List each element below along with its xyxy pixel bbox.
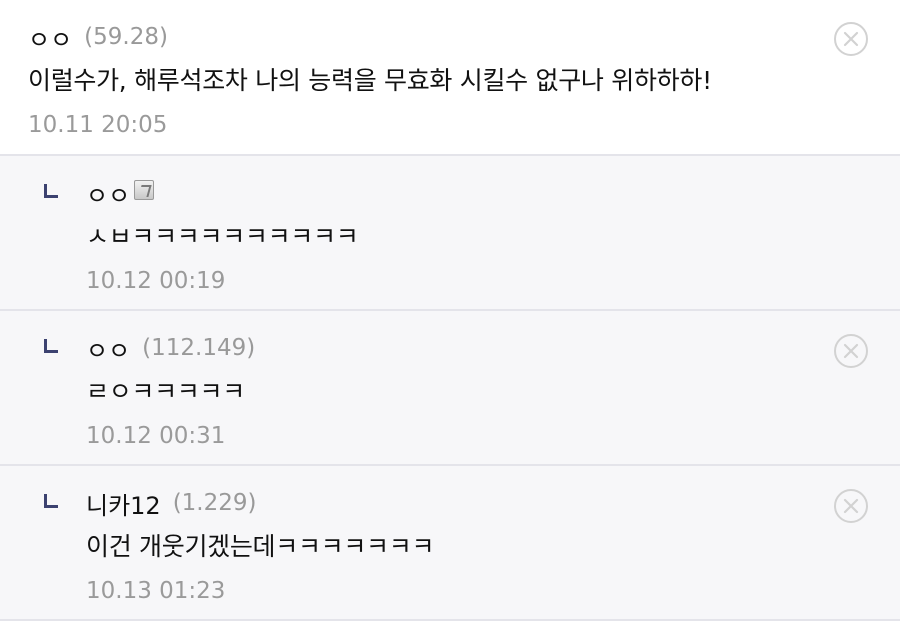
reply-header: ㅇㅇ (112.149)	[86, 329, 900, 367]
comment-ip: (59.28)	[84, 24, 168, 50]
comment-thread: ㅇㅇ (59.28) 이럴수가, 해루석조차 나의 능력을 무효화 시킬수 없구…	[0, 0, 900, 629]
reply-nickname[interactable]: 니카12	[86, 486, 161, 521]
reply-date: 10.12 00:31	[86, 423, 226, 449]
reply-arrow-icon	[44, 184, 58, 198]
comment-date: 10.11 20:05	[28, 112, 168, 138]
reply-item: ㅇㅇ ㅅㅂㅋㅋㅋㅋㅋㅋㅋㅋㅋㅋ 10.12 00:19	[0, 156, 900, 311]
reply-arrow-icon	[44, 494, 58, 508]
reply-text: ㄹㅇㅋㅋㅋㅋㅋ	[86, 377, 245, 406]
comment-text: 이럴수가, 해루석조차 나의 능력을 무효화 시킬수 없구나 위하하하!	[28, 66, 712, 95]
delete-reply-button[interactable]	[834, 334, 868, 368]
delete-icon	[843, 31, 859, 47]
comment-item: ㅇㅇ (59.28) 이럴수가, 해루석조차 나의 능력을 무효화 시킬수 없구…	[0, 0, 900, 156]
reply-header: 니카12 (1.229)	[86, 484, 900, 522]
reply-text: 이건 개웃기겠는데ㅋㅋㅋㅋㅋㅋㅋ	[86, 532, 435, 561]
reply-item: 니카12 (1.229) 이건 개웃기겠는데ㅋㅋㅋㅋㅋㅋㅋ 10.13 01:2…	[0, 466, 900, 621]
delete-comment-button[interactable]	[834, 22, 868, 56]
reply-nickname[interactable]: ㅇㅇ	[86, 176, 130, 211]
reply-ip: (1.229)	[172, 490, 257, 516]
delete-icon	[843, 498, 859, 514]
reply-item: ㅇㅇ (112.149) ㄹㅇㅋㅋㅋㅋㅋ 10.12 00:31	[0, 311, 900, 466]
reply-header: ㅇㅇ	[86, 174, 900, 212]
comment-header: ㅇㅇ (59.28)	[28, 18, 900, 56]
reply-arrow-icon	[44, 339, 58, 353]
delete-icon	[843, 343, 859, 359]
reply-date: 10.12 00:19	[86, 268, 226, 294]
reply-ip: (112.149)	[142, 335, 256, 361]
reply-date: 10.13 01:23	[86, 578, 226, 604]
reply-text: ㅅㅂㅋㅋㅋㅋㅋㅋㅋㅋㅋㅋ	[86, 222, 359, 251]
delete-reply-button[interactable]	[834, 489, 868, 523]
comment-nickname[interactable]: ㅇㅇ	[28, 20, 72, 55]
reply-nickname[interactable]: ㅇㅇ	[86, 331, 130, 366]
fixed-member-icon	[134, 180, 155, 200]
